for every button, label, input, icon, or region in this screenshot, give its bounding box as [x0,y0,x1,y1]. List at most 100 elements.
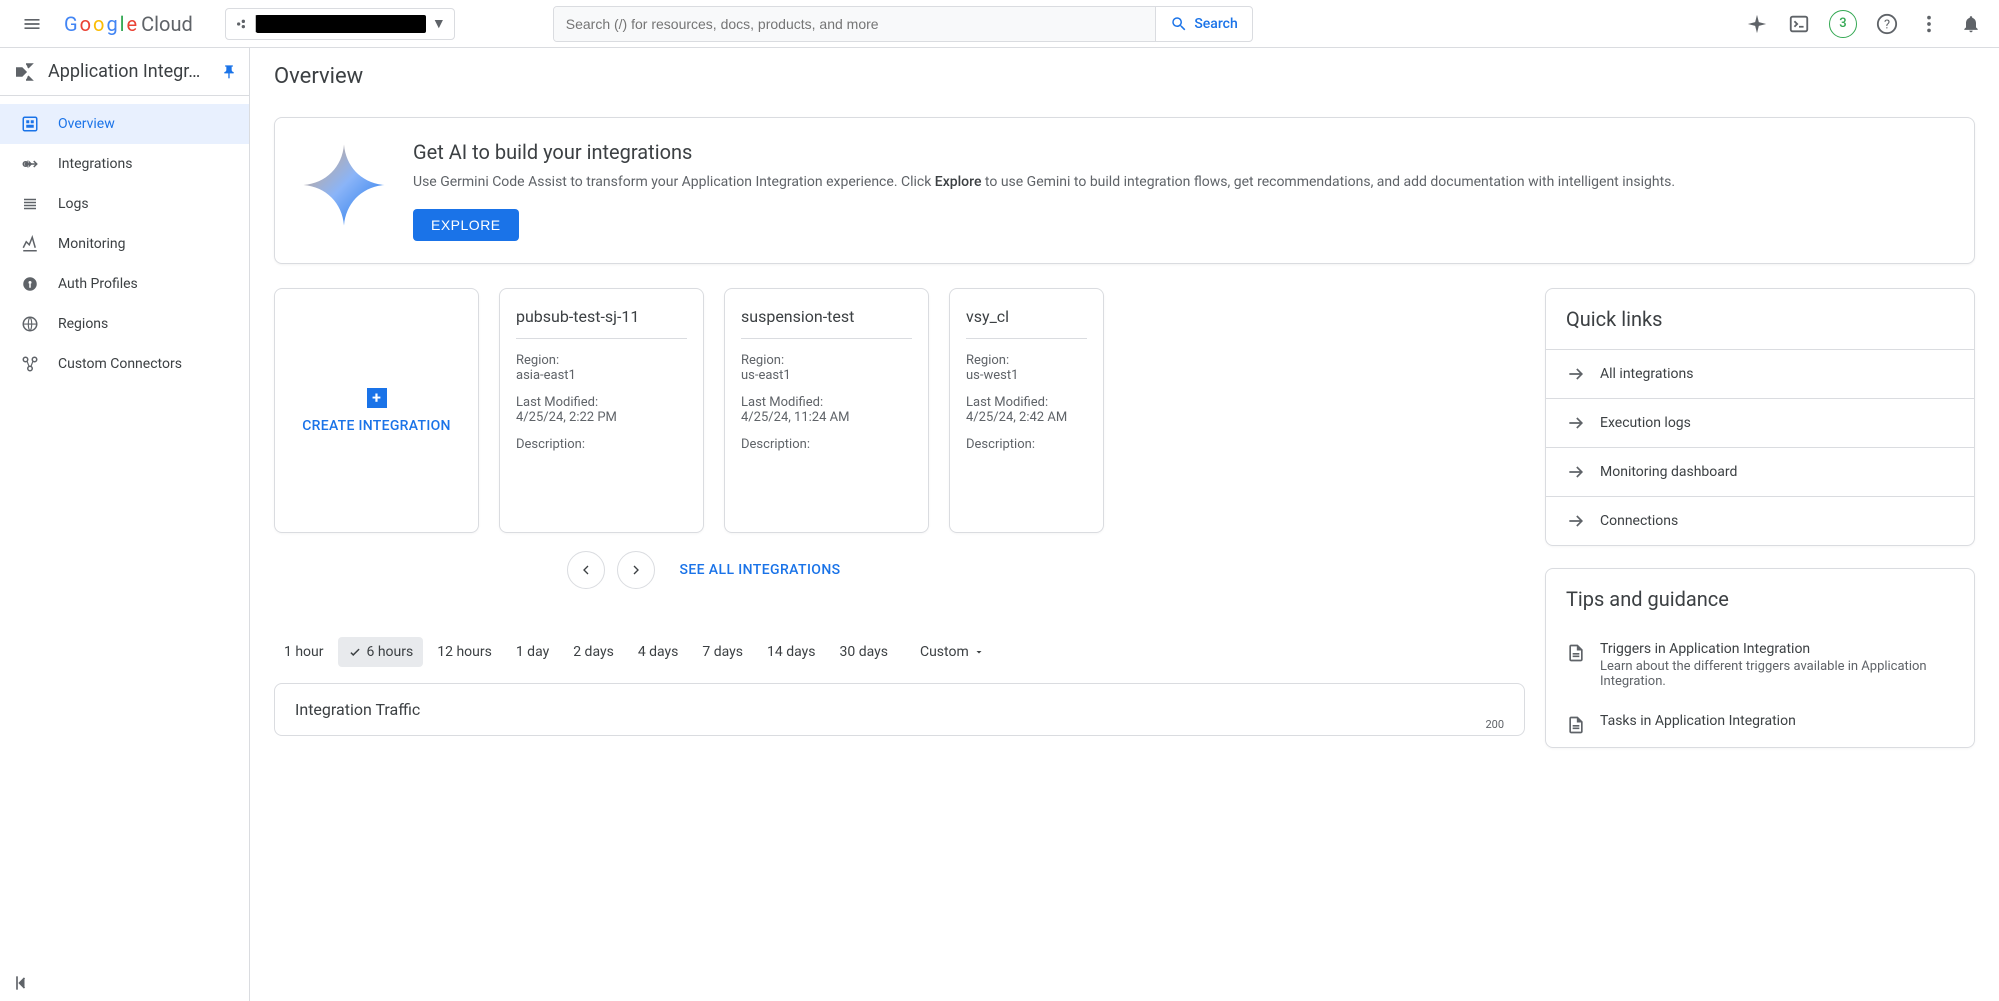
search-button[interactable]: Search [1155,7,1251,41]
collapse-sidebar[interactable] [12,973,32,993]
google-cloud-logo[interactable]: Google Cloud [64,12,193,36]
explore-button[interactable]: EXPLORE [413,209,519,241]
chevron-left-icon [12,973,32,993]
sidebar-item-label: Logs [58,196,89,212]
sidebar-item-auth-profiles[interactable]: Auth Profiles [0,264,249,304]
chevron-right-icon [628,562,644,578]
tip-title: Tasks in Application Integration [1600,713,1796,729]
quick-link-monitoring-dashboard[interactable]: Monitoring dashboard [1546,447,1974,496]
header-actions: 3 ? [1745,10,1991,38]
integration-card[interactable]: suspension-test Region:us-east1 Last Mod… [724,288,929,533]
monitoring-icon [20,234,40,254]
sidebar-item-logs[interactable]: Logs [0,184,249,224]
plus-icon: + [367,388,387,408]
project-picker[interactable]: ████████████ ▼ [225,8,455,40]
time-range-selector: 1 hour 6 hours 12 hours 1 day 2 days 4 d… [274,637,1525,667]
integration-traffic-chart: Integration Traffic 200 [274,683,1525,736]
card-title: vsy_cl [966,307,1087,339]
time-range-option[interactable]: 12 hours [427,637,502,667]
sidebar: Application Integr… Overview Integration… [0,48,250,1001]
ai-banner: Get AI to build your integrations Use Ge… [274,117,1975,264]
sidebar-item-regions[interactable]: Regions [0,304,249,344]
pager: SEE ALL INTEGRATIONS [274,551,1134,589]
regions-icon [20,314,40,334]
help-icon[interactable]: ? [1875,12,1899,36]
search-input[interactable] [554,7,1156,41]
time-range-option[interactable]: 2 days [563,637,624,667]
overview-icon [20,114,40,134]
quick-links-panel: Quick links All integrations Execution l… [1545,288,1975,546]
hamburger-menu[interactable] [8,0,56,48]
document-icon [1566,715,1586,735]
notifications-icon[interactable] [1959,12,1983,36]
project-icon [234,16,250,32]
tip-desc: Learn about the different triggers avail… [1600,659,1954,689]
integration-card[interactable]: pubsub-test-sj-11 Region:asia-east1 Last… [499,288,704,533]
sidebar-item-label: Overview [58,116,115,132]
free-trial-badge[interactable]: 3 [1829,10,1857,38]
tips-panel: Tips and guidance Triggers in Applicatio… [1545,568,1975,748]
project-name: ████████████ [256,15,426,33]
create-integration-card[interactable]: + CREATE INTEGRATION [274,288,479,533]
time-range-option[interactable]: 6 hours [338,637,424,667]
quick-link-connections[interactable]: Connections [1546,496,1974,545]
search-button-label: Search [1194,16,1237,32]
logo-cloud-text: Cloud [141,12,193,36]
arrow-right-icon [1566,462,1586,482]
sidebar-title: Application Integr… [48,61,209,82]
see-all-integrations-link[interactable]: SEE ALL INTEGRATIONS [679,562,840,578]
logs-icon [20,194,40,214]
page-title: Overview [250,48,1999,117]
sidebar-item-label: Regions [58,316,108,332]
sidebar-item-label: Integrations [58,156,132,172]
tip-item[interactable]: Triggers in Application Integration Lear… [1546,629,1974,701]
tip-title: Triggers in Application Integration [1600,641,1954,657]
caret-down-icon: ▼ [432,15,446,32]
time-range-option[interactable]: 1 hour [274,637,334,667]
document-icon [1566,643,1586,663]
sidebar-item-label: Custom Connectors [58,356,182,372]
time-range-option[interactable]: 7 days [692,637,753,667]
tip-item[interactable]: Tasks in Application Integration [1546,701,1974,747]
more-icon[interactable] [1917,12,1941,36]
sidebar-item-overview[interactable]: Overview [0,104,249,144]
card-title: pubsub-test-sj-11 [516,307,687,339]
next-button[interactable] [617,551,655,589]
chart-title: Integration Traffic [295,700,1504,719]
chevron-left-icon [578,562,594,578]
pin-icon[interactable] [221,64,237,80]
integration-cards: + CREATE INTEGRATION pubsub-test-sj-11 R… [274,288,1525,533]
tips-title: Tips and guidance [1546,569,1974,629]
sidebar-item-monitoring[interactable]: Monitoring [0,224,249,264]
top-header: Google Cloud ████████████ ▼ Search 3 ? [0,0,1999,48]
quick-links-title: Quick links [1546,289,1974,349]
time-range-option[interactable]: 1 day [506,637,559,667]
main-content: Overview Get AI to build your integratio… [250,48,1999,1001]
gemini-spark-icon [299,140,389,230]
sidebar-item-integrations[interactable]: Integrations [0,144,249,184]
card-title: suspension-test [741,307,912,339]
app-integration-icon [12,60,36,84]
time-range-custom[interactable]: Custom [910,637,995,667]
prev-button[interactable] [567,551,605,589]
time-range-option[interactable]: 4 days [628,637,689,667]
ai-banner-title: Get AI to build your integrations [413,140,1675,164]
ai-banner-desc: Use Germini Code Assist to transform you… [413,172,1675,193]
quick-link-all-integrations[interactable]: All integrations [1546,349,1974,398]
sidebar-header: Application Integr… [0,48,249,96]
search-icon [1170,15,1188,33]
integration-card[interactable]: vsy_cl Region:us-west1 Last Modified:4/2… [949,288,1104,533]
search-container: Search [553,6,1253,42]
auth-icon [20,274,40,294]
time-range-option[interactable]: 14 days [757,637,825,667]
arrow-right-icon [1566,511,1586,531]
arrow-right-icon [1566,364,1586,384]
quick-link-execution-logs[interactable]: Execution logs [1546,398,1974,447]
arrow-right-icon [1566,413,1586,433]
cloud-shell-icon[interactable] [1787,12,1811,36]
sidebar-item-label: Monitoring [58,236,126,252]
gemini-icon[interactable] [1745,12,1769,36]
sidebar-item-custom-connectors[interactable]: Custom Connectors [0,344,249,384]
connectors-icon [20,354,40,374]
time-range-option[interactable]: 30 days [830,637,898,667]
